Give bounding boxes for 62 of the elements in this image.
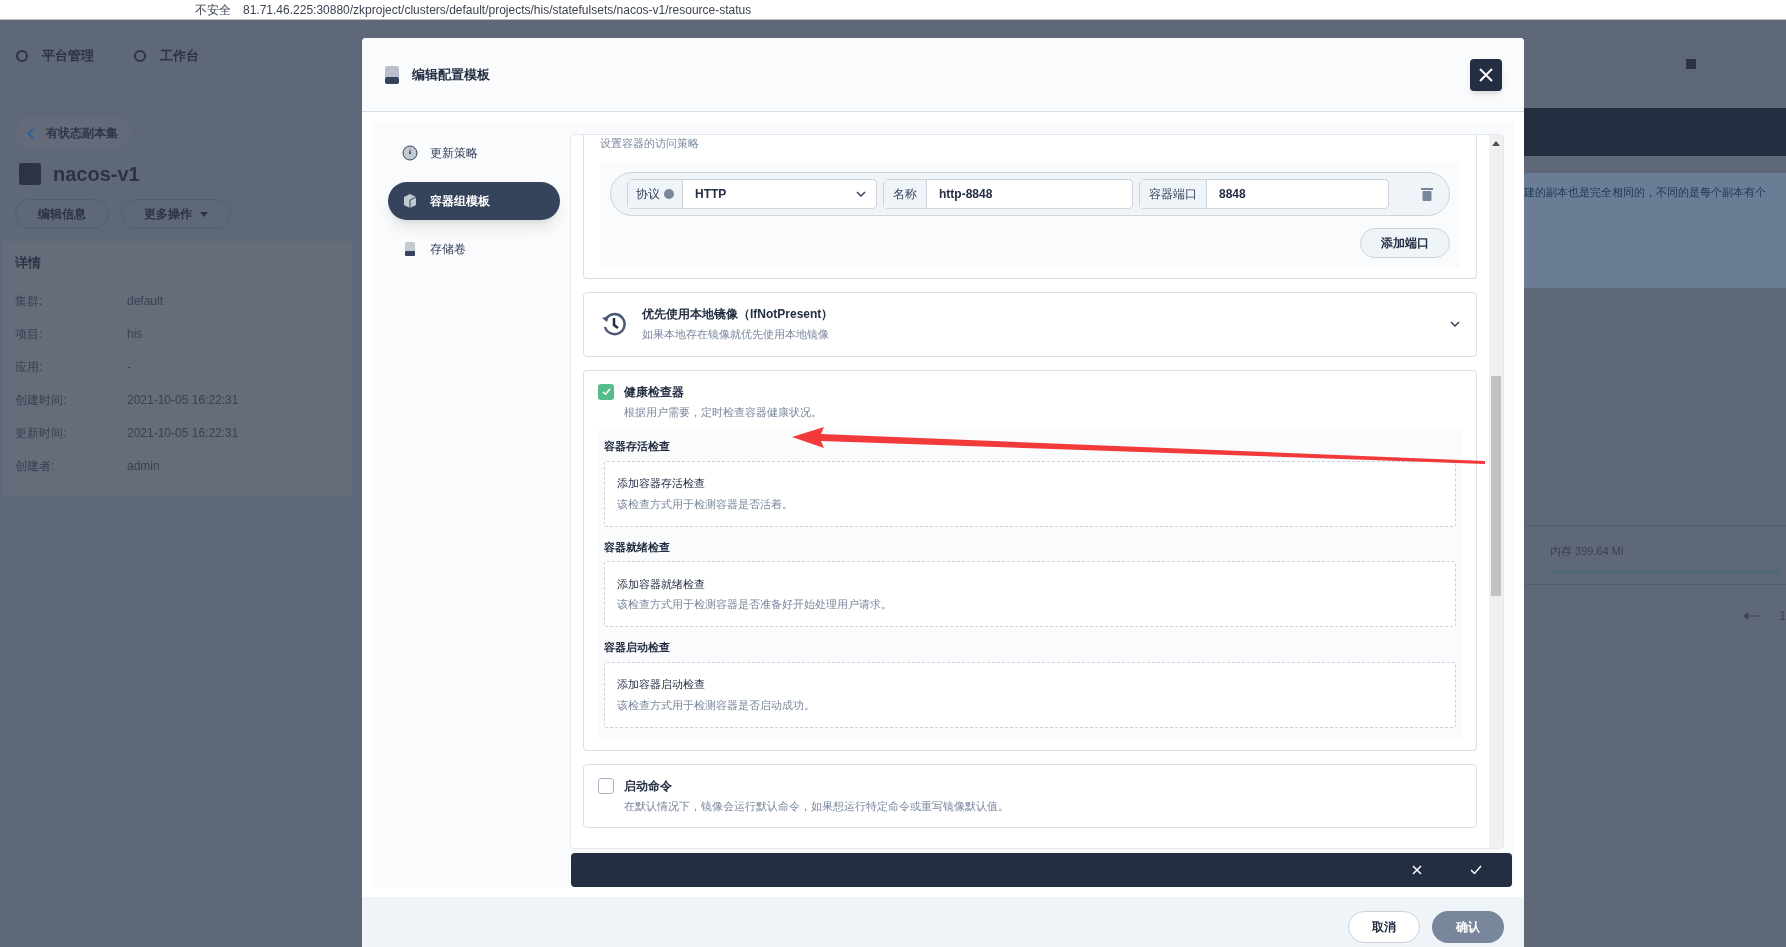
probe-heading: 容器存活检查	[604, 439, 671, 454]
select-value: HTTP	[694, 185, 728, 203]
scrollbar[interactable]	[1489, 135, 1503, 848]
security-label: 不安全	[195, 1, 231, 19]
field-value: 8848	[1218, 185, 1247, 203]
close-icon[interactable]	[1412, 865, 1422, 875]
option-description: 根据用户需要，定时检查容器健康状况。	[624, 404, 823, 420]
check-icon[interactable]	[1470, 865, 1482, 875]
chevron-icon	[1450, 321, 1460, 327]
add-probe-box[interactable]: 添加容器就绪检查 该检查方式用于检测容器是否准备好开始处理用户请求。	[604, 561, 1456, 627]
cube-icon	[402, 193, 418, 209]
gauge-icon	[402, 145, 418, 161]
checkbox[interactable]	[598, 383, 614, 400]
scrollbar-thumb[interactable]	[1491, 376, 1501, 596]
protocol-select[interactable]: 协议 HTTP	[627, 178, 877, 209]
caret-icon	[200, 211, 208, 217]
field-label: 协议	[628, 179, 683, 208]
close-button[interactable]	[1470, 58, 1502, 91]
option-title: 健康检查器	[624, 383, 684, 401]
option-title: 优先使用本地镜像（IfNotPresent）	[642, 306, 834, 324]
option-title: 启动命令	[624, 777, 672, 795]
field-label: 容器端口	[1140, 179, 1207, 208]
probe-title: 添加容器就绪检查	[617, 576, 706, 592]
description-text: 建的副本也是完全相同的，不同的是每个副本有个	[1524, 186, 1766, 198]
field-label: 名称	[884, 179, 927, 208]
workload-icon	[19, 163, 41, 185]
back-icon	[27, 127, 34, 139]
option-description: 如果本地存在镜像就优先使用本地镜像	[642, 327, 830, 343]
nav-item[interactable]: 存储卷	[388, 230, 560, 268]
check-icon	[600, 386, 612, 397]
probe-heading: 容器启动检查	[604, 640, 671, 655]
arrow-left-icon[interactable]	[1743, 612, 1760, 620]
add-probe-box[interactable]: 添加容器启动检查 该检查方式用于检测容器是否启动成功。	[604, 661, 1456, 728]
port-field[interactable]: 容器端口 8848	[1139, 178, 1389, 209]
section-hint: 设置容器的访问策略	[600, 136, 700, 151]
history-icon	[600, 310, 628, 338]
image-policy-card[interactable]: 优先使用本地镜像（IfNotPresent） 如果本地存在镜像就优先使用本地镜像	[583, 291, 1477, 357]
probe-description: 该检查方式用于检测容器是否启动成功。	[617, 697, 816, 713]
field-value: http-8848	[938, 185, 994, 203]
url-text[interactable]: 81.71.46.225:30880/zkproject/clusters/default/projects/his/statefulsets/nacos-v1/resource-status	[243, 0, 752, 19]
add-port-button[interactable]: 添加端口	[1360, 227, 1450, 258]
add-probe-box[interactable]: 添加容器存活检查 该检查方式用于检测容器是否活着。	[604, 460, 1456, 527]
probe-title: 添加容器启动检查	[617, 677, 706, 692]
checkbox[interactable]	[598, 777, 614, 794]
chevron-icon	[856, 190, 866, 197]
nav-item[interactable]: 容器组模板	[388, 182, 560, 220]
name-field[interactable]: 名称 http-8848	[883, 178, 1133, 209]
cancel-button[interactable]: 取消	[1348, 911, 1420, 943]
scroll-up-icon[interactable]	[1492, 141, 1500, 146]
probe-title: 添加容器存活检查	[617, 476, 706, 491]
nav-item[interactable]: 更新策略	[388, 134, 560, 172]
confirm-button[interactable]: 确认	[1432, 911, 1504, 943]
option-description: 在默认情况下，镜像会运行默认命令，如果想运行特定命令或重写镜像默认值。	[624, 798, 1010, 814]
probe-description: 该检查方式用于检测容器是否准备好开始处理用户请求。	[617, 597, 893, 612]
detail-value: -	[127, 359, 131, 376]
trash-icon[interactable]	[1421, 186, 1433, 201]
close-icon	[1478, 66, 1494, 83]
probe-heading: 容器就绪检查	[604, 539, 671, 555]
modal-title: 编辑配置模板	[412, 65, 490, 84]
probe-description: 该检查方式用于检测容器是否活着。	[617, 496, 794, 512]
help-icon	[664, 188, 674, 199]
section-title: 详情	[15, 254, 42, 272]
